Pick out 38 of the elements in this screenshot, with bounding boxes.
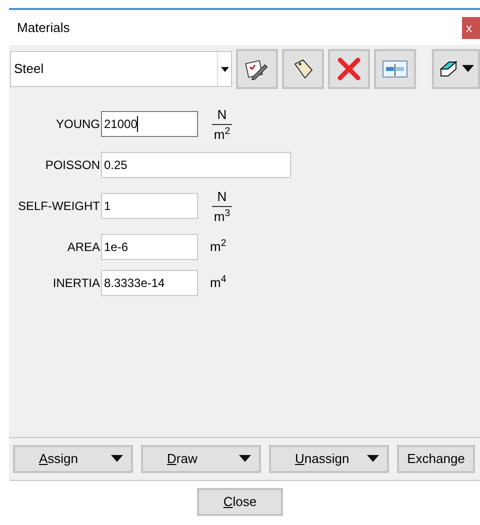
eraser-button[interactable]: [432, 49, 480, 89]
unit-denominator: m$^{2}$: [214, 126, 230, 142]
edit-button[interactable]: [236, 49, 278, 89]
property-field[interactable]: 21000: [101, 111, 198, 137]
unit-label: m$^{2}$: [210, 237, 226, 256]
unit-numerator: N: [217, 188, 227, 204]
close-button[interactable]: Close: [197, 488, 283, 516]
unit-denominator: m$^{3}$: [214, 208, 230, 224]
action-button[interactable]: Draw: [141, 445, 261, 473]
material-dropdown[interactable]: Steel: [10, 51, 232, 87]
property-field[interactable]: 8.3333e-14: [101, 270, 198, 296]
window-close-button[interactable]: x: [462, 16, 480, 38]
delete-icon: [337, 57, 361, 81]
caret-icon: [111, 455, 123, 463]
caret-icon: [367, 455, 379, 463]
eraser-icon: [438, 59, 458, 79]
property-field[interactable]: 1: [101, 193, 198, 219]
property-field[interactable]: 0.25: [101, 152, 291, 178]
property-field[interactable]: 1e-6: [101, 234, 198, 260]
window-button[interactable]: [374, 49, 416, 89]
caret-icon: [220, 66, 228, 72]
caret-icon: [239, 455, 251, 463]
unit-label: m$^{4}$: [210, 273, 226, 292]
checklist-pencil-icon: [245, 58, 269, 80]
caret-icon: [462, 65, 474, 73]
tag-icon: [292, 58, 314, 80]
property-label: POISSON: [44, 157, 101, 174]
property-label: SELF-WEIGHT: [16, 198, 101, 215]
tag-button[interactable]: [282, 49, 324, 89]
action-button[interactable]: Assign: [13, 445, 133, 473]
property-label: YOUNG: [54, 116, 101, 133]
window-title: Materials: [17, 18, 70, 37]
property-label: INERTIA: [52, 275, 101, 292]
action-button[interactable]: Unassign: [269, 445, 389, 473]
action-button[interactable]: Exchange: [397, 445, 475, 473]
window-icon: [382, 59, 408, 79]
unit-numerator: N: [217, 106, 227, 122]
property-label: AREA: [66, 239, 101, 256]
